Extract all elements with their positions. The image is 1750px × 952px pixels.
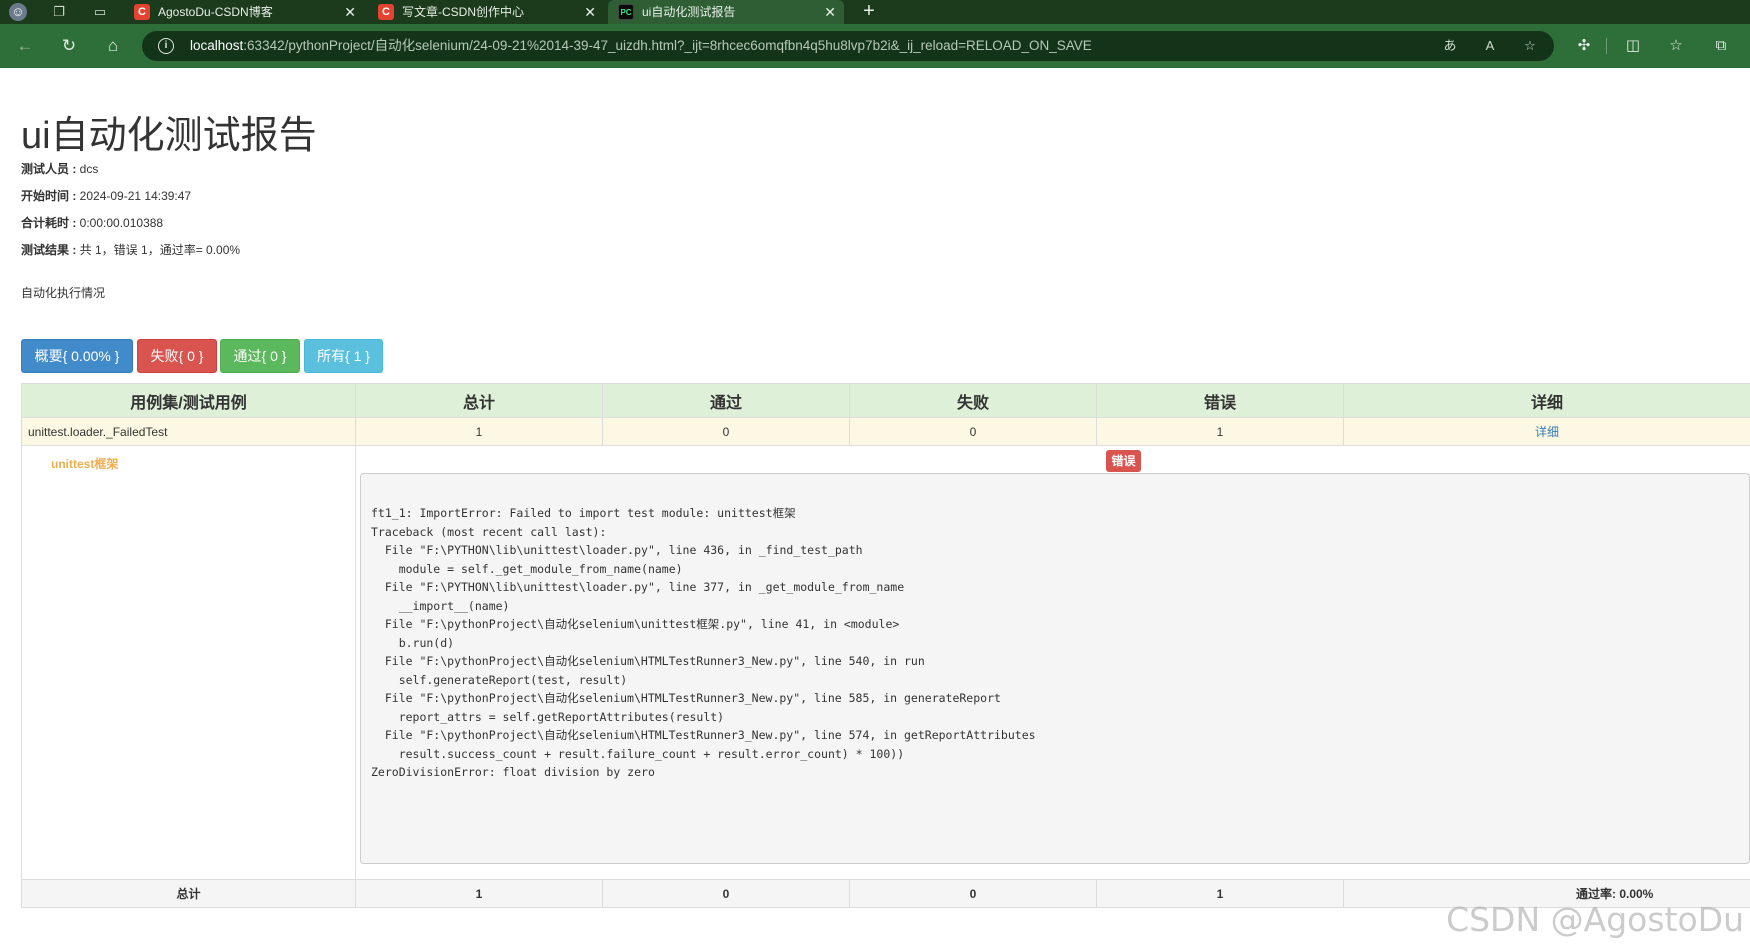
failed-filter-button[interactable]: 失败{ 0 } [137,339,217,373]
extensions-icon[interactable]: ✣ [1574,36,1594,56]
favorite-star-icon[interactable]: ☆ [1520,37,1540,55]
translate-icon[interactable]: あ [1440,37,1460,55]
tab-agostodu-blog[interactable]: C AgostoDu-CSDN博客 ✕ [124,0,364,24]
tab-bar: ☺ ❐ ▭ C AgostoDu-CSDN博客 ✕ C 写文章-CSDN创作中心… [0,0,1750,24]
error-cell: 1 [1096,879,1344,908]
page-title: ui自动化测试报告 [21,115,317,157]
detail-cell: 详细 [1343,417,1750,446]
site-info-icon[interactable]: i [158,38,174,54]
meta-value: dcs [76,162,99,176]
toolbar-divider [1606,38,1607,54]
watermark: CSDN @AgostoDu [1446,900,1744,939]
close-tab-icon[interactable]: ✕ [824,0,836,24]
error-cell: 1 [1096,417,1344,446]
meta-label: 开始时间 : [21,189,77,203]
address-bar[interactable]: i localhost:63342/pythonProject/自动化selen… [142,31,1554,61]
header-pass: 通过 [602,383,850,418]
meta-label: 测试人员 : [21,162,77,176]
meta-duration: 合计耗时 : 0:00:00.010388 [21,214,163,231]
meta-tester: 测试人员 : dcs [21,160,98,177]
url-host: localhost [190,38,244,53]
header-total: 总计 [355,383,603,418]
tab-test-report[interactable]: PC ui自动化测试报告 ✕ [608,0,844,24]
favorites-icon[interactable]: ☆ [1666,36,1686,56]
close-tab-icon[interactable]: ✕ [344,0,356,24]
all-filter-button[interactable]: 所有{ 1 } [304,339,383,373]
back-icon[interactable]: ← [15,36,35,56]
traceback-text: ft1_1: ImportError: Failed to import tes… [371,506,1036,779]
meta-label: 测试结果 : [21,243,77,257]
header-suite-case: 用例集/测试用例 [21,383,356,418]
summary-filter-button[interactable]: 概要{ 0.00% } [21,339,133,373]
url-text[interactable]: localhost:63342/pythonProject/自动化seleniu… [190,31,1092,61]
fail-cell: 0 [849,879,1097,908]
passed-filter-button[interactable]: 通过{ 0 } [220,339,300,373]
report-description: 自动化执行情况 [21,286,106,300]
header-error: 错误 [1096,383,1344,418]
total-cell: 1 [355,879,603,908]
navigation-toolbar: ← ↻ ⌂ i localhost:63342/pythonProject/自动… [0,24,1750,68]
detail-link[interactable]: 详细 [1535,425,1559,439]
split-screen-icon[interactable]: ◫ [1623,36,1643,56]
pass-cell: 0 [602,417,850,446]
case-cell: unittest框架 [21,445,356,880]
profile-avatar-icon[interactable]: ☺ [9,3,27,21]
case-name[interactable]: unittest框架 [51,455,118,472]
table-row: unittest.loader._FailedTest 1 0 0 1 详细 [21,417,1750,446]
refresh-icon[interactable]: ↻ [59,36,79,56]
csdn-favicon-icon: C [378,4,394,20]
traceback-panel: ft1_1: ImportError: Failed to import tes… [360,473,1750,864]
url-path: :63342/pythonProject/自动化selenium/24-09-2… [243,38,1092,53]
fail-cell: 0 [849,417,1097,446]
meta-result: 测试结果 : 共 1，错误 1，通过率= 0.00% [21,241,240,258]
new-tab-icon[interactable]: + [858,0,880,24]
tab-title: 写文章-CSDN创作中心 [402,5,524,19]
class-name-cell: unittest.loader._FailedTest [21,417,356,446]
tab-write-article[interactable]: C 写文章-CSDN创作中心 ✕ [368,0,604,24]
tab-actions-icon[interactable]: ▭ [91,3,109,21]
header-detail: 详细 [1343,383,1750,418]
home-icon[interactable]: ⌂ [103,36,123,56]
tab-title: ui自动化测试报告 [642,5,736,19]
error-status-badge[interactable]: 错误 [1106,450,1141,472]
collections-icon[interactable]: ⧉ [1711,36,1731,56]
close-tab-icon[interactable]: ✕ [584,0,596,24]
csdn-favicon-icon: C [134,4,150,20]
pass-cell: 0 [602,879,850,908]
total-cell: 1 [355,417,603,446]
table-header-row: 用例集/测试用例 总计 通过 失败 错误 详细 [21,383,1750,418]
read-aloud-icon[interactable]: A [1480,37,1500,55]
pycharm-favicon-icon: PC [618,4,634,20]
meta-start-time: 开始时间 : 2024-09-21 14:39:47 [21,187,191,204]
workspaces-icon[interactable]: ❐ [50,3,68,21]
total-label-cell: 总计 [21,879,356,908]
tab-title: AgostoDu-CSDN博客 [158,5,273,19]
meta-value: 2024-09-21 14:39:47 [76,189,192,203]
header-fail: 失败 [849,383,1097,418]
meta-value: 共 1，错误 1，通过率= 0.00% [76,243,241,257]
meta-label: 合计耗时 : [21,216,77,230]
meta-value: 0:00:00.010388 [76,216,164,230]
